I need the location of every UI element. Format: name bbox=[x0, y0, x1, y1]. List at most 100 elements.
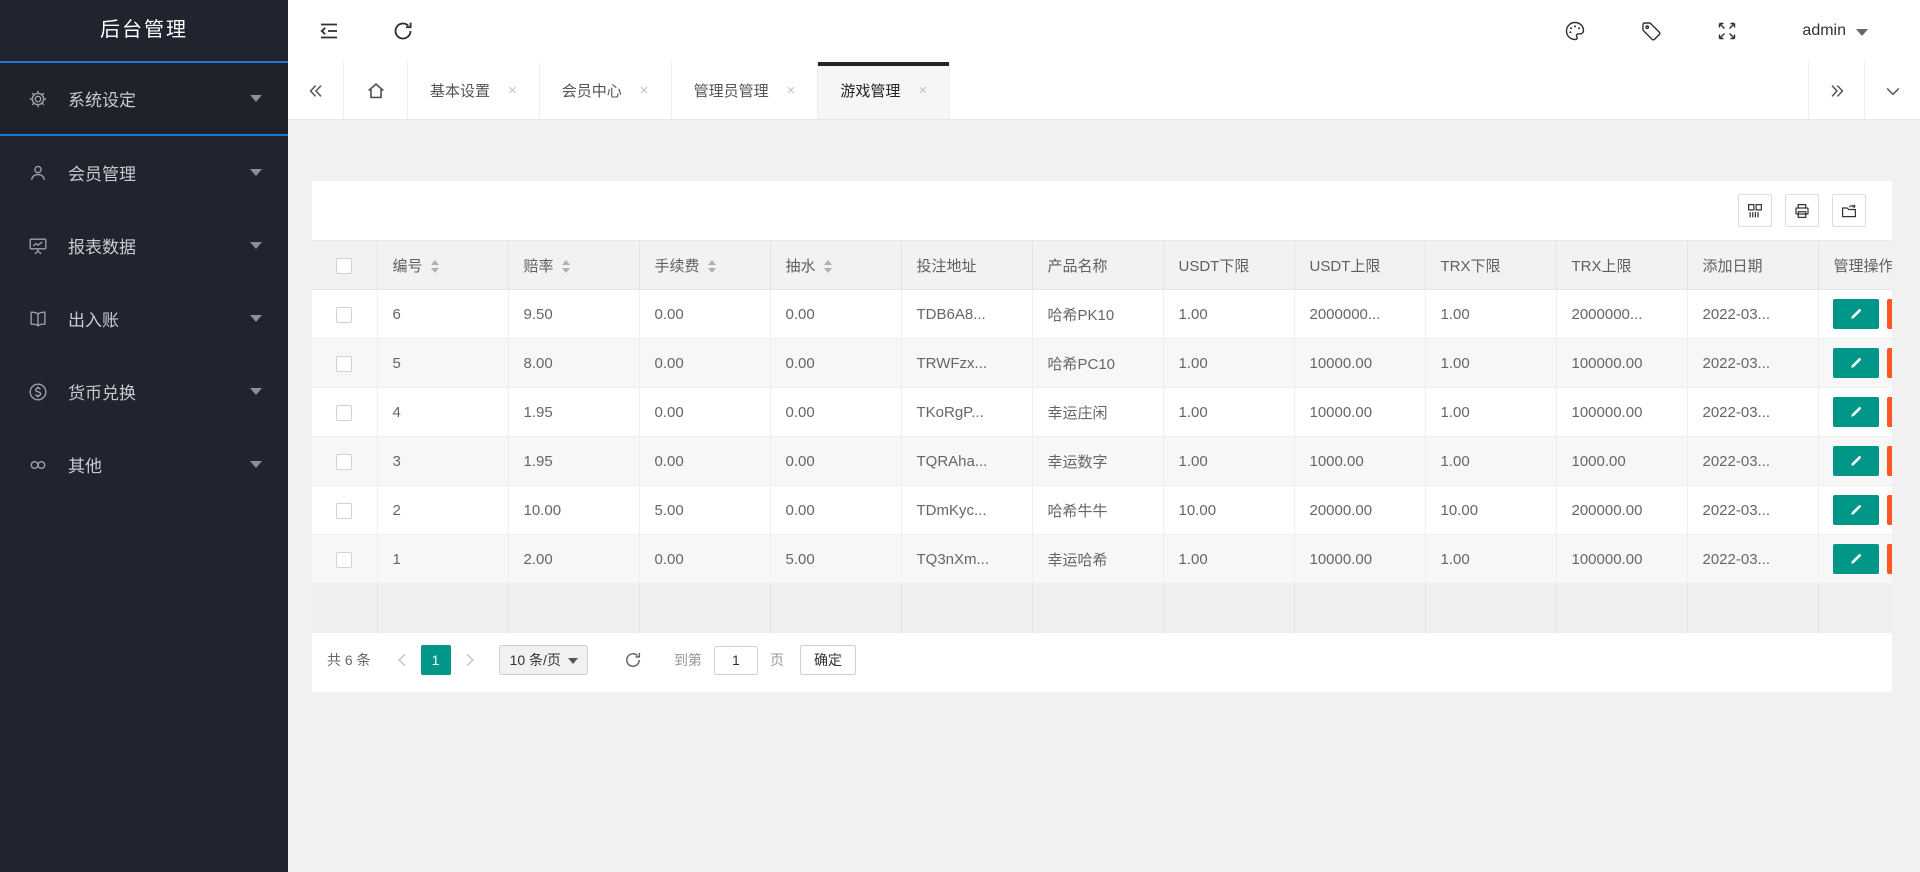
chevron-down-icon bbox=[250, 242, 262, 249]
sidebar-item-label: 出入账 bbox=[68, 306, 119, 331]
tab-close-icon[interactable]: × bbox=[918, 82, 927, 99]
confirm-button[interactable]: 确定 bbox=[800, 645, 856, 675]
tab-basic-settings[interactable]: 基本设置 × bbox=[408, 62, 540, 119]
tab-close-icon[interactable]: × bbox=[508, 82, 517, 99]
delete-button[interactable] bbox=[1887, 299, 1892, 329]
top-navbar: admin bbox=[288, 0, 1920, 62]
edit-button[interactable] bbox=[1833, 299, 1879, 329]
chevron-down-icon bbox=[250, 169, 262, 176]
sidebar-item-currency-exchange[interactable]: 货币兑换 bbox=[0, 355, 288, 428]
home-tab-button[interactable] bbox=[344, 62, 408, 119]
sidebar-item-label: 系统设定 bbox=[68, 86, 136, 111]
prev-page-button[interactable] bbox=[389, 645, 415, 675]
goto-page-input[interactable] bbox=[714, 646, 758, 675]
collapse-menu-icon[interactable] bbox=[316, 18, 342, 44]
export-icon[interactable] bbox=[1832, 194, 1866, 227]
data-table: 编号 赔率 手续费 抽水 投注地址 产品名称 USDT下限 USDT上限 TRX… bbox=[312, 240, 1892, 633]
tab-member-center[interactable]: 会员中心 × bbox=[540, 62, 672, 119]
filter-columns-icon[interactable] bbox=[1738, 194, 1772, 227]
header-odds[interactable]: 赔率 bbox=[508, 241, 639, 290]
edit-button[interactable] bbox=[1833, 446, 1879, 476]
app-root: 后台管理 系统设定 会员管理 报表数据 bbox=[0, 0, 1920, 872]
edit-button[interactable] bbox=[1833, 544, 1879, 574]
total-count: 共 6 条 bbox=[327, 650, 371, 670]
tab-admin-management[interactable]: 管理员管理 × bbox=[672, 62, 819, 119]
tab-label: 会员中心 bbox=[562, 80, 622, 101]
sidebar-item-members[interactable]: 会员管理 bbox=[0, 136, 288, 209]
table-header-row: 编号 赔率 手续费 抽水 投注地址 产品名称 USDT下限 USDT上限 TRX… bbox=[312, 241, 1892, 290]
sort-icon[interactable] bbox=[562, 260, 570, 273]
goto-page-prefix: 到第 bbox=[674, 650, 702, 670]
palette-icon[interactable] bbox=[1562, 18, 1588, 44]
row-checkbox[interactable] bbox=[336, 356, 352, 372]
sidebar-item-ledger[interactable]: 出入账 bbox=[0, 282, 288, 355]
row-checkbox[interactable] bbox=[336, 503, 352, 519]
chevron-down-icon bbox=[1856, 29, 1868, 36]
tab-strip: 基本设置 × 会员中心 × 管理员管理 × 游戏管理 × bbox=[288, 62, 1920, 120]
table-card: 编号 赔率 手续费 抽水 投注地址 产品名称 USDT下限 USDT上限 TRX… bbox=[312, 181, 1892, 692]
table-row: 4 1.95 0.00 0.00 TKoRgP... 幸运庄闲 1.00 100… bbox=[312, 388, 1892, 437]
edit-button[interactable] bbox=[1833, 495, 1879, 525]
row-checkbox[interactable] bbox=[336, 405, 352, 421]
chevron-down-icon bbox=[250, 315, 262, 322]
tab-label: 基本设置 bbox=[430, 80, 490, 101]
row-checkbox[interactable] bbox=[336, 552, 352, 568]
header-rake[interactable]: 抽水 bbox=[770, 241, 901, 290]
sidebar-item-label: 货币兑换 bbox=[68, 379, 136, 404]
refresh-icon[interactable] bbox=[390, 18, 416, 44]
sidebar-item-label: 会员管理 bbox=[68, 160, 136, 185]
print-icon[interactable] bbox=[1785, 194, 1819, 227]
header-actions: 管理操作 bbox=[1818, 241, 1892, 290]
chevron-down-icon bbox=[250, 461, 262, 468]
book-icon bbox=[26, 307, 50, 331]
page-number-button[interactable]: 1 bbox=[421, 645, 451, 675]
pagination-bar: 共 6 条 1 10 条/页 到第 页 bbox=[312, 633, 1892, 688]
row-checkbox[interactable] bbox=[336, 454, 352, 470]
delete-button[interactable] bbox=[1887, 446, 1892, 476]
header-date-added: 添加日期 bbox=[1687, 241, 1818, 290]
header-id[interactable]: 编号 bbox=[377, 241, 508, 290]
tab-close-icon[interactable]: × bbox=[787, 82, 796, 99]
tab-label: 管理员管理 bbox=[694, 80, 769, 101]
delete-button[interactable] bbox=[1887, 397, 1892, 427]
page-size-select[interactable]: 10 条/页 bbox=[499, 645, 588, 675]
sidebar-item-system-settings[interactable]: 系统设定 bbox=[0, 63, 288, 136]
delete-button[interactable] bbox=[1887, 495, 1892, 525]
sidebar-item-other[interactable]: 其他 bbox=[0, 428, 288, 501]
delete-button[interactable] bbox=[1887, 544, 1892, 574]
select-all-checkbox[interactable] bbox=[336, 258, 352, 274]
tabs-menu-button[interactable] bbox=[1864, 62, 1920, 119]
edit-button[interactable] bbox=[1833, 397, 1879, 427]
header-product-name: 产品名称 bbox=[1032, 241, 1163, 290]
chart-board-icon bbox=[26, 234, 50, 258]
username: admin bbox=[1802, 22, 1846, 40]
sidebar-item-label: 报表数据 bbox=[68, 233, 136, 258]
tabstrip-spacer bbox=[950, 62, 1808, 119]
tabs-scroll-right-button[interactable] bbox=[1808, 62, 1864, 119]
delete-button[interactable] bbox=[1887, 348, 1892, 378]
gear-icon bbox=[26, 87, 50, 111]
tab-game-management[interactable]: 游戏管理 × bbox=[818, 62, 950, 119]
page-size-value: 10 条/页 bbox=[510, 650, 561, 670]
header-fee[interactable]: 手续费 bbox=[639, 241, 770, 290]
edit-button[interactable] bbox=[1833, 348, 1879, 378]
header-trx-min: TRX下限 bbox=[1425, 241, 1556, 290]
tabs-scroll-left-button[interactable] bbox=[288, 62, 344, 119]
sidebar-item-reports[interactable]: 报表数据 bbox=[0, 209, 288, 282]
tab-close-icon[interactable]: × bbox=[640, 82, 649, 99]
pagination-refresh-icon[interactable] bbox=[620, 647, 646, 673]
sort-icon[interactable] bbox=[431, 260, 439, 273]
sidebar: 后台管理 系统设定 会员管理 报表数据 bbox=[0, 0, 288, 872]
row-checkbox[interactable] bbox=[336, 307, 352, 323]
sort-icon[interactable] bbox=[824, 260, 832, 273]
header-usdt-max: USDT上限 bbox=[1294, 241, 1425, 290]
fullscreen-icon[interactable] bbox=[1714, 18, 1740, 44]
tab-label: 游戏管理 bbox=[840, 80, 900, 101]
sidebar-item-label: 其他 bbox=[68, 452, 102, 477]
table-row: 1 2.00 0.00 5.00 TQ3nXm... 幸运哈希 1.00 100… bbox=[312, 535, 1892, 584]
tag-icon[interactable] bbox=[1638, 18, 1664, 44]
sort-icon[interactable] bbox=[708, 260, 716, 273]
next-page-button[interactable] bbox=[457, 645, 483, 675]
user-menu[interactable]: admin bbox=[1802, 22, 1868, 40]
table-toolbar bbox=[312, 181, 1892, 240]
